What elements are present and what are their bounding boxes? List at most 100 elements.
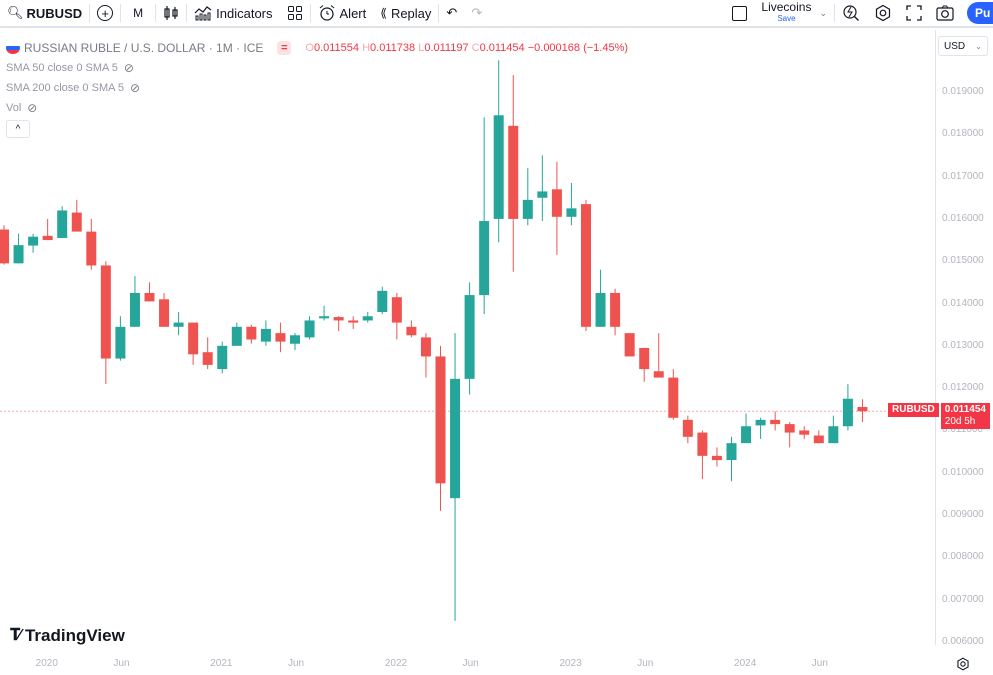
candle[interactable]: [217, 341, 228, 374]
candle[interactable]: [682, 415, 693, 444]
candle[interactable]: [188, 322, 199, 365]
candle[interactable]: [57, 206, 68, 238]
candle[interactable]: [842, 383, 853, 431]
chevron-down-icon: ⌄: [975, 41, 982, 51]
chart-area[interactable]: RUSSIAN RUBLE / U.S. DOLLAR · 1M · ICE =…: [0, 30, 993, 675]
candle[interactable]: [566, 182, 577, 226]
templates-button[interactable]: [280, 0, 310, 27]
candle[interactable]: [319, 305, 330, 321]
candle[interactable]: [362, 312, 373, 323]
candle[interactable]: [624, 333, 635, 357]
candle[interactable]: [129, 276, 140, 327]
candle[interactable]: [144, 282, 155, 302]
candle[interactable]: [260, 320, 271, 346]
candle[interactable]: [115, 316, 126, 361]
candle[interactable]: [450, 333, 461, 621]
low-value: 0.011197: [424, 42, 469, 54]
candle[interactable]: [333, 316, 344, 332]
candle[interactable]: [799, 426, 810, 439]
fullscreen-button[interactable]: [899, 0, 929, 27]
eye-hidden-icon[interactable]: ⊘: [27, 101, 37, 115]
equals-icon[interactable]: =: [277, 41, 292, 55]
candle[interactable]: [697, 430, 708, 480]
candle[interactable]: [231, 322, 242, 346]
eye-hidden-icon[interactable]: ⊘: [124, 61, 134, 75]
candle[interactable]: [0, 225, 9, 265]
candle[interactable]: [726, 436, 737, 482]
candle[interactable]: [202, 337, 213, 370]
candle[interactable]: [71, 199, 82, 232]
candle[interactable]: [86, 218, 97, 270]
indicator-row-sma200[interactable]: SMA 200 close 0 SMA 5 ⊘: [6, 78, 628, 98]
candle[interactable]: [173, 312, 184, 336]
indicator-row-vol[interactable]: Vol ⊘: [6, 98, 628, 118]
candle[interactable]: [813, 430, 824, 444]
quick-search-button[interactable]: [835, 0, 867, 27]
rewind-icon: ⟪: [380, 6, 387, 20]
candle[interactable]: [522, 168, 533, 226]
symbol-title[interactable]: RUSSIAN RUBLE / U.S. DOLLAR · 1M · ICE: [24, 41, 263, 55]
candle[interactable]: [13, 233, 24, 264]
collapse-legend-button[interactable]: ^: [6, 120, 30, 138]
candle[interactable]: [435, 345, 446, 511]
settings-button[interactable]: [867, 0, 899, 27]
interval-button[interactable]: M: [121, 0, 155, 27]
candle[interactable]: [391, 292, 402, 340]
candle[interactable]: [828, 415, 839, 444]
indicator-row-sma50[interactable]: SMA 50 close 0 SMA 5 ⊘: [6, 58, 628, 78]
candle[interactable]: [711, 447, 722, 467]
candle[interactable]: [420, 333, 431, 378]
candle[interactable]: [741, 413, 752, 444]
close-label: C: [471, 42, 480, 54]
candle[interactable]: [595, 269, 606, 327]
candle[interactable]: [479, 117, 490, 315]
price-tick-label: 0.018000: [942, 128, 984, 140]
symbol-search-button[interactable]: 🔍︎ RUBUSD: [0, 0, 89, 27]
candle[interactable]: [537, 155, 548, 222]
tradingview-logo[interactable]: 𝐓∕ TradingView: [10, 626, 125, 646]
candle[interactable]: [639, 347, 650, 382]
chart-type-button[interactable]: [156, 0, 186, 27]
candle[interactable]: [581, 199, 591, 332]
replay-button[interactable]: ⟪ Replay: [373, 0, 438, 27]
candle-body: [770, 419, 781, 425]
publish-button[interactable]: Pu: [967, 2, 993, 24]
price-tag-value: 0.011454 20d 5h: [940, 403, 990, 429]
candle[interactable]: [668, 369, 679, 420]
eye-hidden-icon[interactable]: ⊘: [130, 81, 140, 95]
price-tick-label: 0.017000: [942, 170, 984, 182]
candle[interactable]: [159, 292, 170, 327]
candle[interactable]: [100, 261, 111, 384]
candle-body: [246, 326, 257, 340]
candle[interactable]: [377, 286, 388, 315]
alert-button[interactable]: Alert: [311, 0, 374, 27]
candle[interactable]: [857, 399, 868, 423]
interval-label: M: [133, 6, 144, 20]
candle[interactable]: [28, 233, 39, 253]
candle[interactable]: [290, 333, 300, 351]
candle[interactable]: [784, 422, 795, 448]
candle[interactable]: [653, 333, 664, 378]
candle[interactable]: [406, 320, 417, 338]
redo-button[interactable]: ↷: [464, 0, 489, 27]
snapshot-button[interactable]: [929, 0, 961, 27]
indicators-button[interactable]: Indicators: [187, 0, 279, 27]
undo-button[interactable]: ↶: [439, 0, 464, 27]
compare-symbol-button[interactable]: +: [90, 0, 120, 27]
candle[interactable]: [610, 288, 621, 336]
candle[interactable]: [275, 322, 286, 353]
layout-name-label: Livecoins: [761, 0, 812, 14]
candle[interactable]: [246, 324, 257, 344]
candle[interactable]: [348, 316, 359, 329]
layout-button[interactable]: [725, 0, 754, 27]
candle[interactable]: [42, 218, 53, 241]
candle[interactable]: [551, 161, 562, 255]
candle[interactable]: [755, 417, 766, 439]
candle[interactable]: [304, 316, 315, 340]
time-tick-label: 2020: [35, 658, 58, 669]
candle[interactable]: [770, 411, 781, 431]
axis-settings-button[interactable]: [956, 657, 970, 674]
candle[interactable]: [464, 282, 475, 395]
layout-name-button[interactable]: Livecoins Save ⌄: [754, 0, 834, 27]
currency-selector[interactable]: USD ⌄: [938, 36, 988, 56]
